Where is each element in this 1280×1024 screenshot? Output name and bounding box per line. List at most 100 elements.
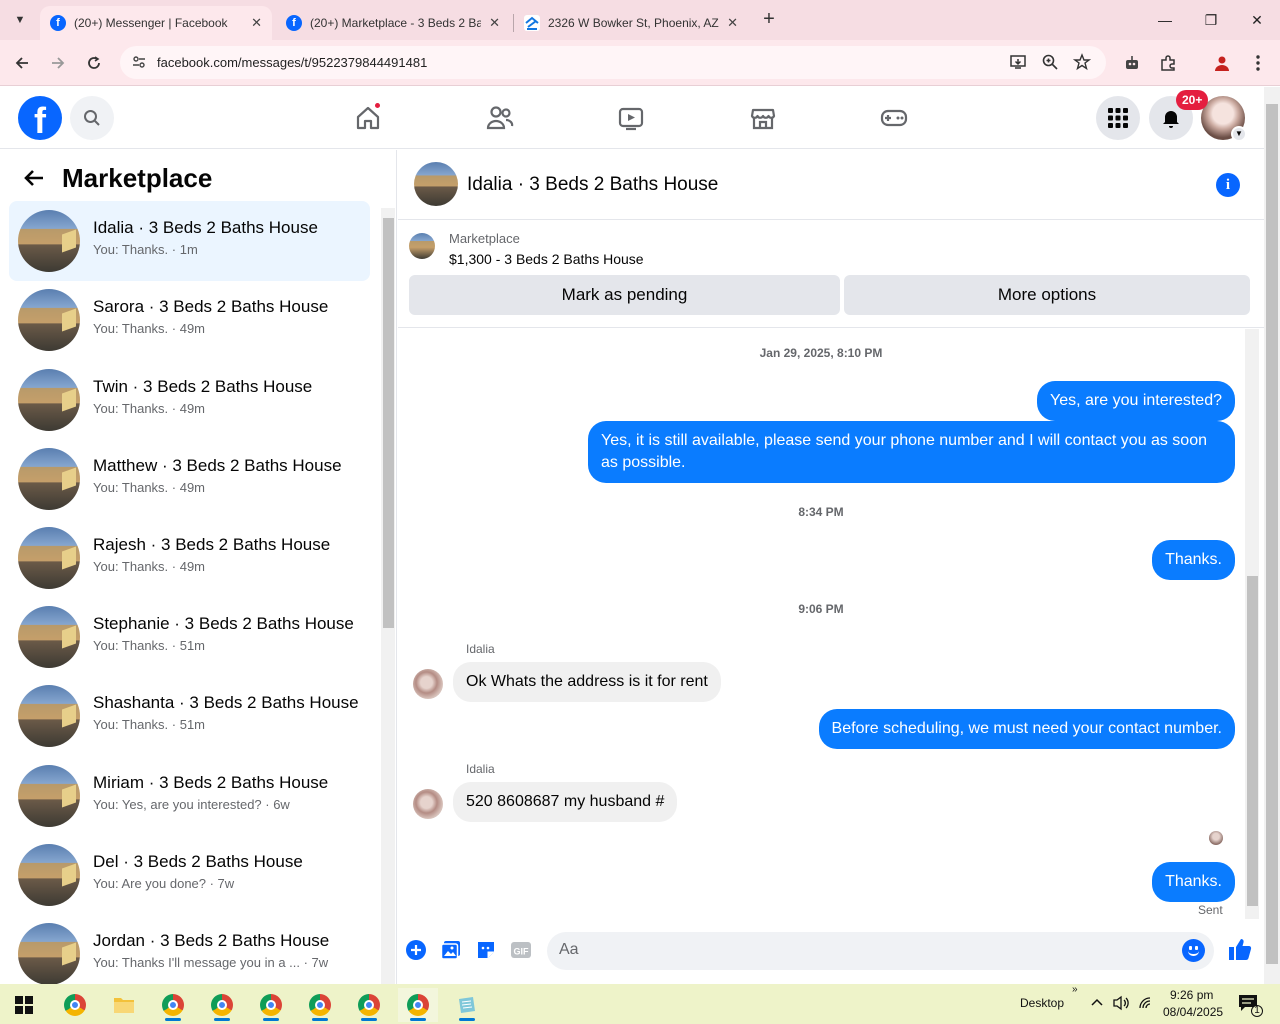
message-composer: GIF bbox=[398, 920, 1264, 984]
incoming-message[interactable]: 520 8608687 my husband # bbox=[453, 782, 678, 822]
outgoing-message[interactable]: Before scheduling, we must need your con… bbox=[818, 709, 1235, 749]
profile-avatar-icon[interactable] bbox=[1210, 51, 1234, 75]
desktop-toolbar-label[interactable]: Desktop bbox=[1020, 996, 1064, 1010]
taskbar-chrome-profile-5[interactable] bbox=[349, 988, 389, 1022]
menu-button[interactable] bbox=[1096, 96, 1140, 140]
nav-marketplace[interactable] bbox=[745, 101, 781, 135]
tab-messenger[interactable]: f (20+) Messenger | Facebook ✕ bbox=[40, 6, 272, 40]
bookmark-star-icon[interactable] bbox=[1072, 53, 1092, 73]
back-button[interactable] bbox=[10, 51, 34, 75]
taskbar-chrome-profile-1[interactable] bbox=[153, 988, 193, 1022]
tab-marketplace[interactable]: f (20+) Marketplace - 3 Beds 2 Ba ✕ bbox=[276, 6, 510, 40]
taskbar-chrome-profile-6[interactable] bbox=[398, 988, 438, 1022]
nav-gaming[interactable] bbox=[876, 101, 912, 135]
sender-avatar[interactable] bbox=[413, 669, 443, 699]
facebook-favicon-icon: f bbox=[286, 15, 302, 31]
message-input[interactable] bbox=[559, 941, 1159, 959]
chat-title[interactable]: Idalia · 3 Beds 2 Baths House bbox=[467, 174, 718, 196]
more-options-button[interactable]: More options bbox=[844, 275, 1250, 315]
tab-search-dropdown[interactable]: ▼ bbox=[8, 8, 32, 32]
taskbar-chrome-profile-4[interactable] bbox=[300, 988, 340, 1022]
plus-circle-icon[interactable] bbox=[405, 939, 427, 961]
close-tab-icon[interactable]: ✕ bbox=[727, 15, 738, 31]
close-window-button[interactable]: ✕ bbox=[1234, 0, 1280, 40]
conversation-item[interactable]: Jordan · 3 Beds 2 Baths House You: Thank… bbox=[9, 914, 370, 984]
conversation-item[interactable]: Idalia · 3 Beds 2 Baths House You: Thank… bbox=[9, 201, 370, 281]
sticker-icon[interactable] bbox=[475, 939, 497, 961]
browser-menu-icon[interactable] bbox=[1246, 51, 1270, 75]
nav-home[interactable] bbox=[350, 101, 386, 135]
listing-thumbnail[interactable] bbox=[409, 233, 435, 259]
taskbar-app[interactable] bbox=[447, 988, 487, 1022]
address-bar[interactable]: facebook.com/messages/t/9522379844491481 bbox=[120, 46, 1106, 79]
sender-avatar[interactable] bbox=[413, 789, 443, 819]
thumbs-up-icon[interactable] bbox=[1227, 936, 1253, 962]
facebook-logo[interactable]: f bbox=[18, 96, 62, 141]
scrollbar-thumb[interactable] bbox=[383, 218, 394, 628]
outgoing-message[interactable]: Thanks. bbox=[1152, 540, 1235, 580]
volume-icon[interactable] bbox=[1112, 995, 1130, 1014]
photo-icon[interactable] bbox=[440, 939, 462, 961]
zoom-icon[interactable] bbox=[1040, 53, 1060, 73]
outgoing-message[interactable]: Thanks. bbox=[1152, 862, 1235, 902]
video-icon bbox=[618, 107, 644, 131]
conversation-preview: You: Thanks. · 49m bbox=[93, 559, 206, 574]
info-icon[interactable]: i bbox=[1216, 173, 1240, 197]
chevron-right-icon[interactable]: » bbox=[1072, 984, 1078, 995]
listing-thumbnail bbox=[18, 527, 80, 589]
listing-banner: Marketplace $1,300 - 3 Beds 2 Baths Hous… bbox=[398, 221, 1264, 328]
browser-tabstrip: ▼ f (20+) Messenger | Facebook ✕ f (20+)… bbox=[0, 0, 1280, 40]
reload-button[interactable] bbox=[82, 51, 106, 75]
conversation-preview: You: Thanks. · 1m bbox=[93, 242, 198, 257]
wifi-icon[interactable] bbox=[1138, 996, 1154, 1013]
restore-button[interactable]: ❐ bbox=[1188, 0, 1234, 40]
url-text[interactable]: facebook.com/messages/t/9522379844491481 bbox=[157, 55, 427, 70]
tray-overflow-icon[interactable] bbox=[1090, 995, 1104, 1012]
listing-thumbnail bbox=[18, 289, 80, 351]
conversation-item[interactable]: Rajesh · 3 Beds 2 Baths House You: Thank… bbox=[9, 518, 370, 598]
clock-time[interactable]: 9:26 pm bbox=[1170, 988, 1213, 1002]
minimize-button[interactable]: — bbox=[1142, 0, 1188, 40]
conversation-item[interactable]: Matthew · 3 Beds 2 Baths House You: Than… bbox=[9, 439, 370, 519]
taskbar-chrome-profile-3[interactable] bbox=[251, 988, 291, 1022]
sender-name: Idalia bbox=[466, 642, 495, 656]
conversation-item[interactable]: Sarora · 3 Beds 2 Baths House You: Thank… bbox=[9, 280, 370, 360]
emoji-icon[interactable] bbox=[1182, 939, 1205, 962]
extensions-puzzle-icon[interactable] bbox=[1156, 51, 1180, 75]
taskbar-chrome[interactable] bbox=[55, 988, 95, 1022]
nav-video[interactable] bbox=[613, 101, 649, 135]
outgoing-message[interactable]: Yes, are you interested? bbox=[1037, 381, 1235, 421]
svg-text:GIF: GIF bbox=[514, 947, 530, 957]
conversation-name: Stephanie · 3 Beds 2 Baths House bbox=[93, 614, 354, 633]
conversation-item[interactable]: Shashanta · 3 Beds 2 Baths House You: Th… bbox=[9, 676, 370, 756]
mark-as-pending-button[interactable]: Mark as pending bbox=[409, 275, 840, 315]
gif-icon[interactable]: GIF bbox=[510, 939, 532, 961]
conversation-item[interactable]: Twin · 3 Beds 2 Baths House You: Thanks.… bbox=[9, 360, 370, 440]
nav-friends[interactable] bbox=[482, 101, 518, 135]
tab-zillow[interactable]: 2326 W Bowker St, Phoenix, AZ ✕ bbox=[514, 6, 748, 40]
clock-date[interactable]: 08/04/2025 bbox=[1163, 1005, 1223, 1019]
install-app-icon[interactable] bbox=[1008, 53, 1028, 73]
chat-avatar[interactable] bbox=[414, 162, 458, 206]
listing-price-title[interactable]: $1,300 - 3 Beds 2 Baths House bbox=[449, 251, 644, 267]
extension-icon[interactable] bbox=[1120, 51, 1144, 75]
back-arrow-icon[interactable] bbox=[22, 166, 46, 197]
taskbar-chrome-profile-2[interactable] bbox=[202, 988, 242, 1022]
conversation-name: Rajesh · 3 Beds 2 Baths House bbox=[93, 535, 331, 554]
forward-button[interactable] bbox=[46, 51, 70, 75]
close-tab-icon[interactable]: ✕ bbox=[489, 15, 500, 31]
site-settings-icon[interactable] bbox=[130, 54, 148, 72]
new-tab-button[interactable]: + bbox=[757, 8, 781, 32]
conversation-preview: You: Thanks. · 51m bbox=[93, 717, 206, 732]
taskbar-file-explorer[interactable] bbox=[104, 988, 144, 1022]
close-tab-icon[interactable]: ✕ bbox=[251, 15, 262, 31]
scrollbar-thumb[interactable] bbox=[1247, 576, 1258, 906]
conversation-item[interactable]: Stephanie · 3 Beds 2 Baths House You: Th… bbox=[9, 597, 370, 677]
incoming-message[interactable]: Ok Whats the address is it for rent bbox=[453, 662, 721, 702]
search-button[interactable] bbox=[70, 96, 114, 140]
conversation-item[interactable]: Del · 3 Beds 2 Baths House You: Are you … bbox=[9, 835, 370, 915]
start-button[interactable] bbox=[4, 988, 44, 1022]
conversation-item[interactable]: Miriam · 3 Beds 2 Baths House You: Yes, … bbox=[9, 756, 370, 836]
page-scrollbar-thumb[interactable] bbox=[1266, 104, 1278, 964]
outgoing-message[interactable]: Yes, it is still available, please send … bbox=[588, 421, 1235, 483]
